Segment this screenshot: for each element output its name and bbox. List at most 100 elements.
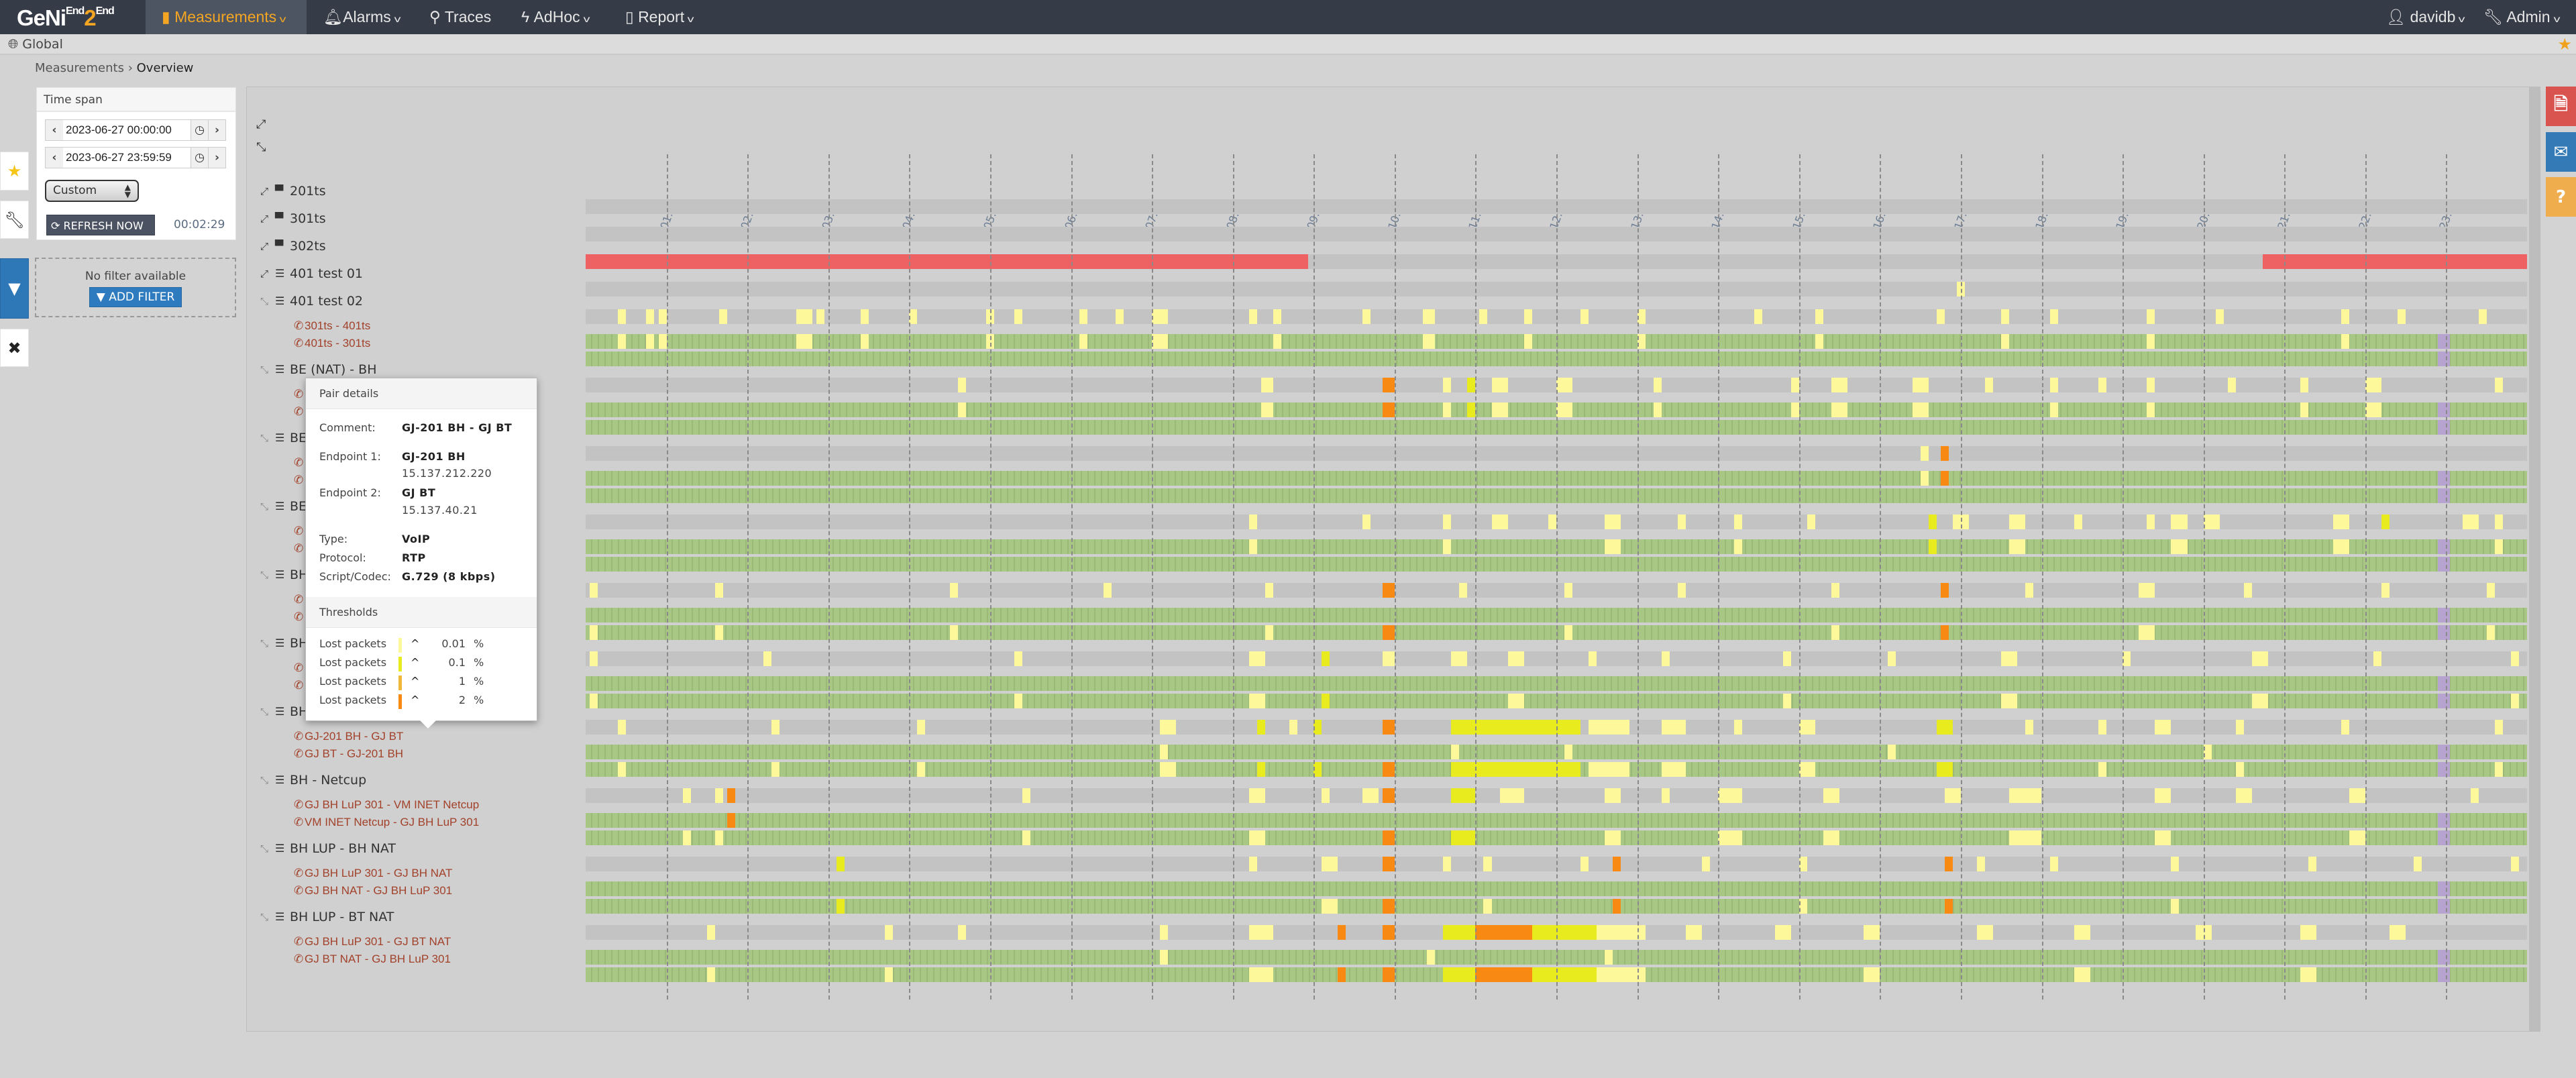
status-cell-level1[interactable] [706,925,715,940]
status-cell-level1[interactable] [1248,539,1257,554]
wrench-icon[interactable]: 🔧︎ [0,201,29,239]
status-cell-level1[interactable] [1605,515,1621,529]
status-cell-level1[interactable] [2001,334,2010,349]
status-cell-level4[interactable] [1944,899,1953,914]
status-cell-maintenance[interactable] [2438,402,2451,417]
status-cell-level1[interactable] [1491,378,1508,392]
status-cell-level2[interactable] [1322,651,1330,666]
status-cell-level1[interactable] [1479,309,1488,324]
status-cell-level1[interactable] [763,651,772,666]
status-cell-level1[interactable] [885,925,894,940]
status-cell-maintenance[interactable] [2438,745,2451,759]
status-cell-level1[interactable] [2155,720,2171,735]
pair-label[interactable]: GJ BH LuP 301 - VM INET Netcup [305,797,479,813]
status-cell-level1[interactable] [2510,857,2519,871]
status-cell-level1[interactable] [1782,694,1791,708]
status-cell-level1[interactable] [714,625,723,640]
status-cell-level1[interactable] [1653,378,1662,392]
status-cell-level1[interactable] [885,967,894,982]
status-cell-level1[interactable] [2171,515,2188,529]
status-cell-level1[interactable] [1864,925,1880,940]
status-cell-level1[interactable] [1483,857,1492,871]
status-cell-level1[interactable] [1382,651,1395,666]
collapse-icon[interactable]: ⤡ [260,635,268,651]
status-cell-level1[interactable] [2147,515,2155,529]
status-cell-level1[interactable] [2049,309,2058,324]
status-cell-level1[interactable] [949,625,958,640]
group-label[interactable]: 401 test 01 [290,266,363,282]
status-cell-level1[interactable] [2025,583,2034,598]
status-cell-down[interactable] [2262,254,2527,269]
status-cell-level1[interactable] [2227,378,2236,392]
status-cell-level1[interactable] [1248,309,1257,324]
status-cell-level2[interactable] [836,899,845,914]
status-cell-maintenance[interactable] [2438,420,2451,435]
status-cell-level1[interactable] [2147,378,2155,392]
status-cell-level2[interactable] [1483,720,1516,735]
status-cell-level1[interactable] [1823,788,1840,803]
status-cell-maintenance[interactable] [2438,694,2451,708]
status-cell-down[interactable] [586,254,1308,269]
status-cell-level1[interactable] [2025,720,2034,735]
status-cell-level1[interactable] [2486,625,2495,640]
status-cell-level4[interactable] [1382,857,1395,871]
nav-report[interactable]: ▯ Report v [617,0,701,34]
status-cell-level1[interactable] [1427,950,1436,965]
status-cell-level1[interactable] [1322,899,1338,914]
status-cell-level1[interactable] [1423,334,1436,349]
status-cell-maintenance[interactable] [2438,967,2451,982]
status-cell-level1[interactable] [957,402,966,417]
start-datetime-input[interactable]: 2023-06-27 00:00:00 [63,120,191,140]
status-cell-level1[interactable] [1423,309,1436,324]
status-cell-level1[interactable] [2300,925,2317,940]
status-cell-level1[interactable] [1248,925,1273,940]
status-cell-level1[interactable] [2155,788,2171,803]
status-cell-level1[interactable] [816,309,824,324]
status-cell-level1[interactable] [1362,788,1379,803]
status-cell-level1[interactable] [2300,402,2309,417]
scope-global[interactable]: 🌐︎ Global [8,37,63,52]
status-cell-level1[interactable] [2049,857,2058,871]
status-cell-level1[interactable] [1248,515,1257,529]
status-cell-level1[interactable] [1248,967,1273,982]
pair-label[interactable]: 301ts - 401ts [305,318,370,334]
status-cell-level1[interactable] [1152,309,1169,324]
expand-icon[interactable]: ⤢ [260,266,268,282]
timespan-preset-select[interactable]: Custom ▲ ▼ [45,180,139,202]
status-cell-level1[interactable] [2203,515,2220,529]
status-cell-level1[interactable] [2341,720,2349,735]
next-end-button[interactable]: › [208,148,225,168]
status-cell-level1[interactable] [1734,515,1743,529]
status-cell-level1[interactable] [2215,309,2224,324]
status-cell-level4[interactable] [1940,471,1949,486]
group-label[interactable]: 302ts [290,238,326,254]
status-cell-level1[interactable] [1507,651,1524,666]
status-cell-level1[interactable] [1443,857,1452,871]
status-cell-level4[interactable] [1382,378,1395,392]
status-cell-level4[interactable] [1382,788,1395,803]
status-cell-level1[interactable] [2478,309,2487,324]
status-cell-level1[interactable] [1443,402,1452,417]
status-cell-level1[interactable] [2349,830,2365,845]
status-cell-level1[interactable] [2252,651,2269,666]
status-cell-level1[interactable] [1944,788,1961,803]
status-cell-level1[interactable] [1718,830,1743,845]
clock-icon[interactable]: ◷ [191,148,208,168]
status-cell-level1[interactable] [1823,830,1840,845]
status-cell-level4[interactable] [1382,625,1395,640]
status-cell-level2[interactable] [1515,720,1581,735]
collapse-icon[interactable]: ⤡ [260,841,268,857]
status-cell-level1[interactable] [1790,402,1799,417]
status-cell-level4[interactable] [1382,830,1395,845]
status-cell-level1[interactable] [1014,694,1023,708]
status-cell-level1[interactable] [1799,720,1815,735]
status-cell-level1[interactable] [2147,309,2155,324]
status-cell-level2[interactable] [836,857,845,871]
pair-label[interactable]: GJ BT - GJ-201 BH [305,746,403,762]
status-cell-level2[interactable] [1467,378,1476,392]
status-cell-level1[interactable] [1580,857,1589,871]
user-menu[interactable]: 👤︎ davidb v [2378,0,2472,34]
status-cell-level1[interactable] [957,378,966,392]
status-cell-level1[interactable] [2049,402,2058,417]
status-cell-level1[interactable] [2171,899,2180,914]
